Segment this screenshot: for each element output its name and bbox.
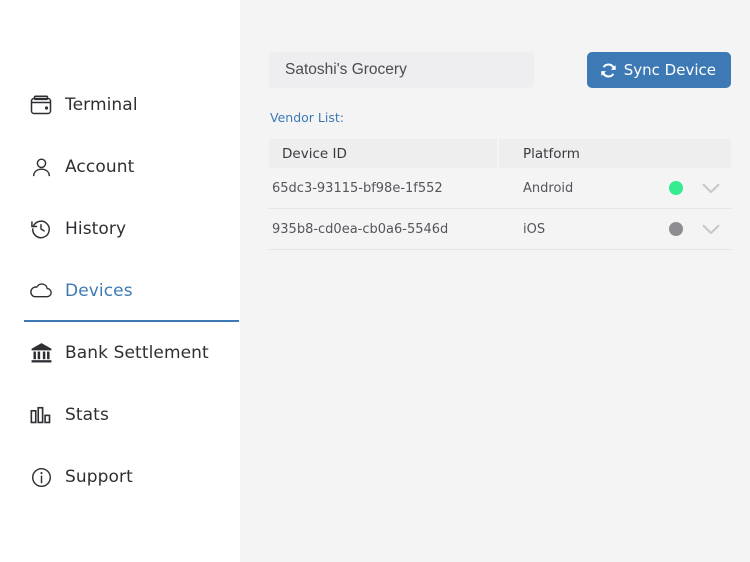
toolbar: Sync Device <box>269 52 731 88</box>
row-actions <box>669 219 731 239</box>
sidebar-item-support[interactable]: Support <box>0 446 240 508</box>
sidebar-nav-list: Terminal Account History Devices Bank Se… <box>0 74 240 508</box>
status-badge <box>669 181 683 195</box>
cell-device-id: 65dc3-93115-bf98e-1f552 <box>272 180 443 196</box>
cell-platform: Android <box>523 180 574 196</box>
sidebar-item-label: Devices <box>65 281 133 301</box>
chevron-down-icon[interactable] <box>701 178 721 198</box>
chevron-down-icon[interactable] <box>701 219 721 239</box>
sidebar-item-terminal[interactable]: Terminal <box>0 74 240 136</box>
sidebar-item-label: Support <box>65 467 133 487</box>
cloud-icon <box>28 278 54 304</box>
sync-refresh-icon <box>600 62 617 79</box>
history-clock-icon <box>28 216 54 242</box>
sidebar-item-history[interactable]: History <box>0 198 240 260</box>
sidebar: Terminal Account History Devices Bank Se… <box>0 0 240 562</box>
sync-device-label: Sync Device <box>623 61 716 79</box>
app-root: Terminal Account History Devices Bank Se… <box>0 0 750 562</box>
bar-chart-icon <box>28 402 54 428</box>
bank-icon <box>28 340 54 366</box>
vendor-list-label: Vendor List: <box>270 110 344 125</box>
vendor-search-input[interactable] <box>269 52 534 88</box>
sidebar-item-stats[interactable]: Stats <box>0 384 240 446</box>
sidebar-item-label: Account <box>65 157 135 177</box>
column-header-device-id: Device ID <box>269 139 499 168</box>
sidebar-item-label: Stats <box>65 405 109 425</box>
user-icon <box>28 154 54 180</box>
sidebar-item-devices[interactable]: Devices <box>0 260 240 322</box>
sidebar-item-account[interactable]: Account <box>0 136 240 198</box>
status-badge <box>669 222 683 236</box>
info-circle-icon <box>28 464 54 490</box>
column-header-platform: Platform <box>523 145 580 162</box>
sidebar-item-bank-settlement[interactable]: Bank Settlement <box>0 322 240 384</box>
devices-table: Device ID Platform 65dc3-93115-bf98e-1f5… <box>269 139 731 250</box>
cell-device-id: 935b8-cd0ea-cb0a6-5546d <box>272 221 449 237</box>
sidebar-item-label: Terminal <box>65 95 138 115</box>
wallet-icon <box>28 92 54 118</box>
row-actions <box>669 178 731 198</box>
sidebar-item-label: History <box>65 219 127 239</box>
sidebar-item-label: Bank Settlement <box>65 343 209 363</box>
table-row[interactable]: 65dc3-93115-bf98e-1f552 Android <box>269 168 731 209</box>
sync-device-button[interactable]: Sync Device <box>586 52 731 88</box>
cell-platform: iOS <box>523 221 546 237</box>
main-content: Sync Device Vendor List: Device ID Platf… <box>240 0 750 562</box>
table-row[interactable]: 935b8-cd0ea-cb0a6-5546d iOS <box>269 209 731 250</box>
table-header-row: Device ID Platform <box>269 139 731 168</box>
